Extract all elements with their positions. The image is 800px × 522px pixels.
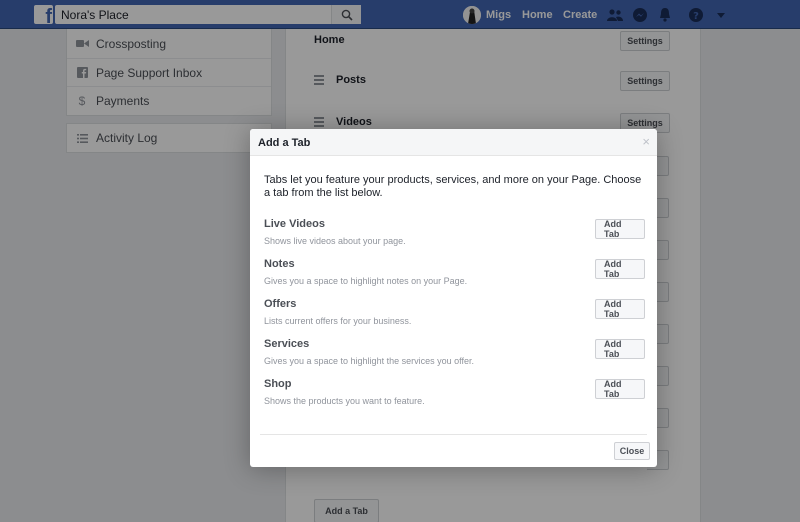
option-desc-live-videos: Shows live videos about your page. [264, 236, 406, 246]
option-title-notes: Notes [264, 258, 295, 270]
add-tab-dialog: Add a Tab × Tabs let you feature your pr… [250, 129, 657, 467]
dialog-footer-divider [260, 434, 647, 435]
option-title-live-videos: Live Videos [264, 218, 325, 230]
close-button[interactable]: Close [614, 442, 650, 460]
dialog-intro-text: Tabs let you feature your products, serv… [264, 174, 642, 199]
add-tab-live-videos-button[interactable]: Add Tab [595, 219, 645, 239]
close-icon[interactable]: × [642, 135, 650, 148]
option-title-services: Services [264, 338, 310, 350]
add-tab-services-button[interactable]: Add Tab [595, 339, 645, 359]
option-desc-shop: Shows the products you want to feature. [264, 396, 425, 406]
add-tab-notes-button[interactable]: Add Tab [595, 259, 645, 279]
dialog-title: Add a Tab [258, 137, 311, 149]
add-tab-shop-button[interactable]: Add Tab [595, 379, 645, 399]
option-desc-offers: Lists current offers for your business. [264, 316, 412, 326]
add-tab-offers-button[interactable]: Add Tab [595, 299, 645, 319]
option-desc-services: Gives you a space to highlight the servi… [264, 356, 474, 366]
option-title-offers: Offers [264, 298, 297, 310]
option-title-shop: Shop [264, 378, 292, 390]
dialog-header: Add a Tab × [250, 129, 657, 156]
option-desc-notes: Gives you a space to highlight notes on … [264, 276, 468, 286]
